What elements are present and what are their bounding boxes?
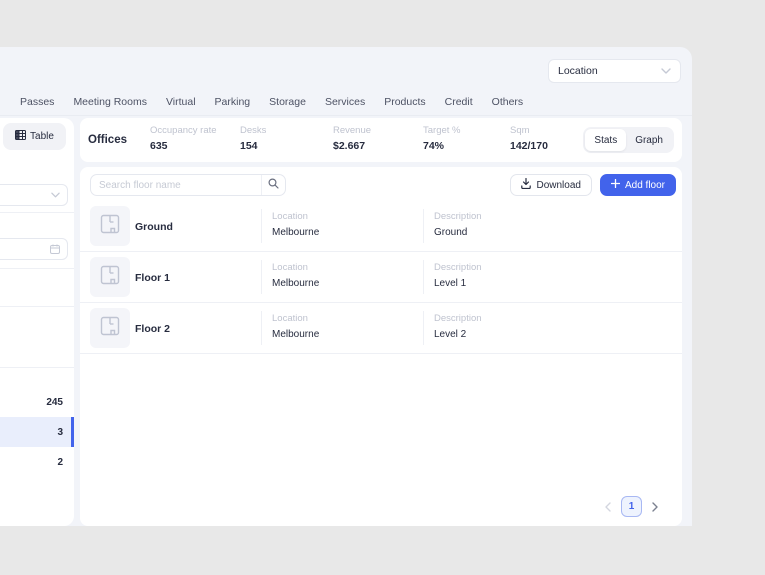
tab-meeting-rooms[interactable]: Meeting Rooms bbox=[73, 96, 147, 108]
toggle-graph[interactable]: Graph bbox=[626, 129, 672, 151]
column-divider bbox=[423, 311, 424, 345]
floor-location: Location Melbourne bbox=[272, 262, 319, 289]
sidebar-panel: Table 245 3 2 bbox=[0, 118, 74, 526]
sidebar-divider bbox=[0, 212, 74, 213]
tab-others[interactable]: Others bbox=[492, 96, 524, 108]
floor-name: Ground bbox=[135, 201, 173, 252]
floor-row-floor-2[interactable]: Floor 2 Location Melbourne Description L… bbox=[80, 303, 682, 354]
download-label: Download bbox=[536, 180, 580, 191]
floor-list: Ground Location Melbourne Description Gr… bbox=[80, 201, 682, 354]
sidebar-filter-dropdown[interactable] bbox=[0, 184, 68, 206]
tab-services[interactable]: Services bbox=[325, 96, 365, 108]
floor-row-ground[interactable]: Ground Location Melbourne Description Gr… bbox=[80, 201, 682, 252]
column-divider bbox=[261, 311, 262, 345]
floors-card: Download Add floor Ground Location bbox=[80, 167, 682, 526]
tab-products[interactable]: Products bbox=[384, 96, 425, 108]
toggle-stats[interactable]: Stats bbox=[585, 129, 626, 151]
sidebar-divider bbox=[0, 268, 74, 269]
floor-tile bbox=[90, 257, 130, 297]
floor-actions: Download Add floor bbox=[510, 174, 676, 196]
app-window: Location Passes Meeting Rooms Virtual Pa… bbox=[0, 47, 692, 526]
next-page-button[interactable] bbox=[652, 502, 658, 512]
tab-credit[interactable]: Credit bbox=[445, 96, 473, 108]
table-grid-icon bbox=[15, 130, 26, 143]
add-floor-label: Add floor bbox=[625, 180, 665, 191]
floor-location: Location Melbourne bbox=[272, 313, 319, 340]
active-row-indicator bbox=[71, 417, 74, 447]
floor-name: Floor 1 bbox=[135, 252, 170, 303]
sidebar-divider bbox=[0, 367, 74, 368]
floorplan-icon bbox=[100, 265, 120, 290]
stats-card: Offices Occupancy rate 635 Desks 154 Rev… bbox=[80, 118, 682, 162]
column-divider bbox=[261, 260, 262, 294]
metric-target: Target % 74% bbox=[423, 125, 461, 152]
floor-tile bbox=[90, 206, 130, 246]
floor-description: Description Level 2 bbox=[434, 313, 482, 340]
sidebar-count-row[interactable]: 2 bbox=[0, 447, 74, 477]
tab-parking[interactable]: Parking bbox=[215, 96, 251, 108]
count-value: 245 bbox=[46, 397, 63, 408]
stats-title: Offices bbox=[88, 118, 127, 162]
chevron-down-icon bbox=[51, 192, 60, 198]
column-divider bbox=[423, 209, 424, 243]
calendar-icon bbox=[50, 244, 60, 254]
download-icon bbox=[521, 178, 531, 192]
header-divider bbox=[0, 115, 692, 116]
location-selector-value: Location bbox=[558, 65, 598, 77]
previous-page-button[interactable] bbox=[605, 502, 611, 512]
floor-name: Floor 2 bbox=[135, 303, 170, 354]
metric-occupancy-rate: Occupancy rate 635 bbox=[150, 125, 217, 152]
floor-search bbox=[90, 174, 286, 196]
search-input[interactable] bbox=[91, 175, 261, 195]
tab-passes[interactable]: Passes bbox=[20, 96, 54, 108]
chevron-down-icon bbox=[661, 65, 671, 77]
floor-description: Description Level 1 bbox=[434, 262, 482, 289]
column-divider bbox=[261, 209, 262, 243]
download-button[interactable]: Download bbox=[510, 174, 591, 196]
column-divider bbox=[423, 260, 424, 294]
screen: { "header": { "location_selector": { "va… bbox=[0, 0, 765, 575]
floor-row-floor-1[interactable]: Floor 1 Location Melbourne Description L… bbox=[80, 252, 682, 303]
page-number-button[interactable]: 1 bbox=[621, 496, 642, 517]
add-floor-button[interactable]: Add floor bbox=[600, 174, 676, 196]
pagination: 1 bbox=[605, 496, 658, 517]
tab-bar: Passes Meeting Rooms Virtual Parking Sto… bbox=[0, 89, 692, 115]
tab-virtual[interactable]: Virtual bbox=[166, 96, 196, 108]
table-view-label: Table bbox=[30, 131, 54, 142]
count-value: 2 bbox=[57, 457, 63, 468]
sidebar-date-field[interactable] bbox=[0, 238, 68, 260]
search-icon bbox=[268, 176, 279, 194]
floorplan-icon bbox=[100, 214, 120, 239]
sidebar-count-row[interactable]: 245 bbox=[0, 387, 74, 417]
metric-desks: Desks 154 bbox=[240, 125, 266, 152]
floor-description: Description Ground bbox=[434, 211, 482, 238]
metric-revenue: Revenue $2.667 bbox=[333, 125, 371, 152]
floor-location: Location Melbourne bbox=[272, 211, 319, 238]
sidebar-divider bbox=[0, 306, 74, 307]
search-button[interactable] bbox=[261, 175, 285, 195]
floor-tile bbox=[90, 308, 130, 348]
location-selector[interactable]: Location bbox=[548, 59, 681, 83]
sidebar-count-row-active[interactable]: 3 bbox=[0, 417, 74, 447]
table-view-button[interactable]: Table bbox=[3, 123, 66, 150]
plus-icon bbox=[611, 179, 620, 191]
floorplan-icon bbox=[100, 316, 120, 341]
count-value: 3 bbox=[57, 427, 63, 438]
stats-graph-toggle: Stats Graph bbox=[583, 127, 674, 153]
tab-storage[interactable]: Storage bbox=[269, 96, 306, 108]
metric-sqm: Sqm 142/170 bbox=[510, 125, 548, 152]
